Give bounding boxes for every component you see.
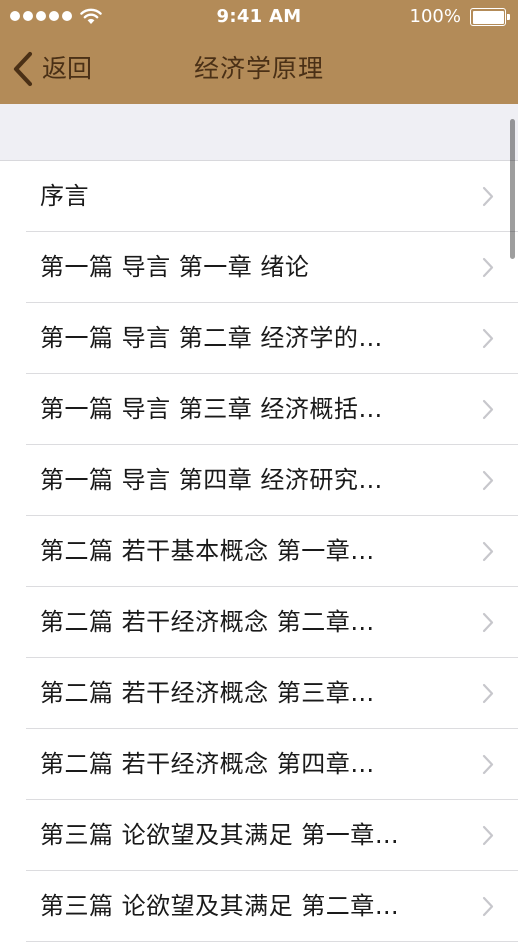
chapter-title: 第二篇 若干经济概念 第二章…	[40, 608, 375, 636]
chapter-row[interactable]: 第二篇 若干经济概念 第三章…	[0, 658, 518, 729]
chapter-row[interactable]: 第三篇 论欲望及其满足 第一章…	[0, 800, 518, 871]
chevron-right-icon	[482, 399, 494, 420]
scroll-indicator[interactable]	[510, 119, 515, 259]
chevron-right-icon	[482, 328, 494, 349]
chevron-right-icon	[482, 825, 494, 846]
chapter-title: 第二篇 若干基本概念 第一章…	[40, 537, 375, 565]
section-header	[0, 104, 518, 160]
chevron-right-icon	[482, 683, 494, 704]
chapter-title: 第一篇 导言 第四章 经济研究…	[40, 466, 383, 494]
chapter-row[interactable]: 序言	[0, 161, 518, 232]
chapter-title: 第一篇 导言 第一章 绪论	[40, 253, 310, 281]
battery-percentage: 100%	[409, 6, 461, 27]
chevron-right-icon	[482, 754, 494, 775]
chapter-title: 第三篇 论欲望及其满足 第二章…	[40, 892, 400, 920]
chapter-row[interactable]: 第二篇 若干经济概念 第四章…	[0, 729, 518, 800]
chapter-list: 序言 第一篇 导言 第一章 绪论 第一篇 导言 第二章 经济学的… 第一篇 导言…	[0, 160, 518, 942]
battery-icon	[470, 8, 510, 26]
navigation-header: 9:41 AM 100% 返回 经济学原理	[0, 0, 518, 104]
chapter-title: 第一篇 导言 第二章 经济学的…	[40, 324, 383, 352]
chevron-right-icon	[482, 257, 494, 278]
chapter-title: 第一篇 导言 第三章 经济概括…	[40, 395, 383, 423]
chevron-right-icon	[482, 612, 494, 633]
chapter-row[interactable]: 第三篇 论欲望及其满足 第二章…	[0, 871, 518, 942]
status-bar: 9:41 AM 100%	[0, 0, 518, 34]
chapter-title: 序言	[40, 182, 89, 210]
page-title: 经济学原理	[193, 54, 324, 83]
chapter-row[interactable]: 第二篇 若干经济概念 第二章…	[0, 587, 518, 658]
chapter-title: 第二篇 若干经济概念 第三章…	[40, 679, 375, 707]
chapter-row[interactable]: 第一篇 导言 第四章 经济研究…	[0, 445, 518, 516]
chapter-row[interactable]: 第二篇 若干基本概念 第一章…	[0, 516, 518, 587]
chapter-row[interactable]: 第一篇 导言 第二章 经济学的…	[0, 303, 518, 374]
chevron-right-icon	[482, 470, 494, 491]
chapter-row[interactable]: 第一篇 导言 第三章 经济概括…	[0, 374, 518, 445]
chapter-row[interactable]: 第一篇 导言 第一章 绪论	[0, 232, 518, 303]
chevron-right-icon	[482, 186, 494, 207]
chapter-title: 第三篇 论欲望及其满足 第一章…	[40, 821, 400, 849]
battery-level	[472, 10, 504, 24]
chevron-right-icon	[482, 541, 494, 562]
battery-tip	[507, 14, 510, 20]
chevron-right-icon	[482, 896, 494, 917]
chapter-title: 第二篇 若干经济概念 第四章…	[40, 750, 375, 778]
